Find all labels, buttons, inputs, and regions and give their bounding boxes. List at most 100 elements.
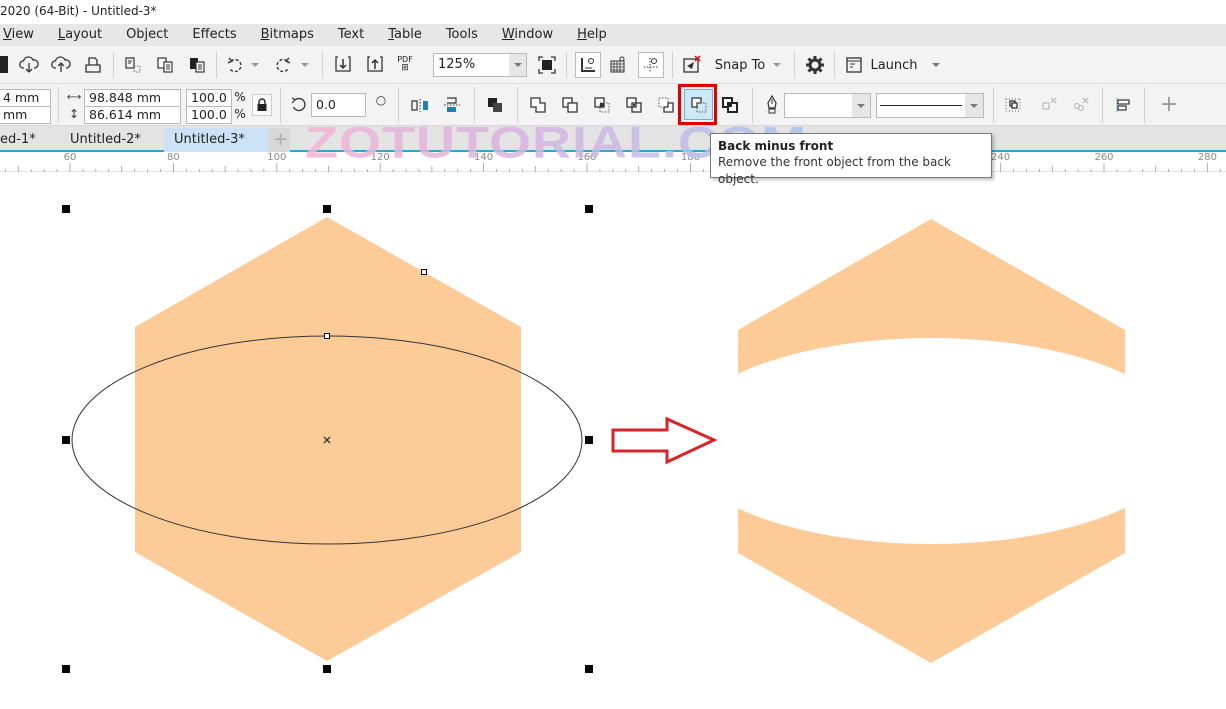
add-icon[interactable]: + [1158,92,1180,117]
snap-to-dropdown[interactable] [772,61,782,69]
mirror-horizontal-icon[interactable] [408,93,432,117]
tooltip: Back minus front Remove the front object… [710,133,992,186]
ruler-label: 80 [167,152,180,163]
result-shape[interactable] [738,219,1125,663]
node-handle[interactable] [324,333,330,339]
simplify-icon[interactable] [622,93,646,117]
snap-off-icon[interactable] [680,53,704,77]
menu-table[interactable]: Table [376,24,434,46]
copy-icon[interactable] [154,54,176,76]
redo-dropdown[interactable] [300,61,310,69]
ruler-ticks [4,163,1221,172]
launch-dropdown[interactable] [930,61,942,69]
show-guidelines-icon[interactable] [638,52,664,78]
undo-icon[interactable] [224,54,246,76]
launch-icon[interactable] [843,54,865,76]
trim-icon[interactable] [558,93,582,117]
front-minus-back-icon[interactable] [654,93,678,117]
weld-icon[interactable] [526,93,550,117]
menu-text[interactable]: Text [326,24,376,46]
print-icon[interactable] [82,54,104,76]
rotate-icon [289,95,309,115]
object-height-input[interactable]: 86.614 mm [84,106,181,124]
node-handle[interactable] [421,269,427,275]
ruler-label: 140 [474,152,494,163]
combine-icon[interactable] [483,93,507,117]
menu-help[interactable]: Help [565,24,619,46]
import-icon[interactable] [332,53,354,75]
tab-untitled-2[interactable]: Untitled-2* [60,128,164,152]
new-tab-button[interactable]: + [268,128,290,152]
drawing-canvas[interactable] [0,173,1226,709]
import-cloud-icon[interactable] [18,54,40,76]
options-gear-icon[interactable] [803,53,827,77]
show-rulers-icon[interactable] [575,52,601,78]
wrap-text-icon[interactable] [1001,93,1025,117]
degree-icon: ○ [375,93,387,107]
ruler-label: 260 [1094,152,1114,163]
zoom-level-input[interactable]: 125% [433,53,511,77]
scale-y-input[interactable]: 100.0 [186,106,232,124]
snap-to-menu[interactable]: Snap To [712,54,768,76]
zoom-level-dropdown[interactable] [509,53,527,77]
title-bar: 2020 (64-Bit) - Untitled-3* [0,0,1226,24]
menu-object[interactable]: Object [114,24,180,46]
ruler-label: 100 [267,152,287,163]
align-distribute-icon[interactable] [1111,93,1135,117]
lock-ratio-icon[interactable] [252,94,272,116]
tooltip-title: Back minus front [718,139,834,153]
ruler-label: 160 [577,152,597,163]
ruler-label: 60 [63,152,77,163]
ruler-label: 280 [1197,152,1217,163]
save-icon[interactable] [0,56,8,73]
undo-dropdown[interactable] [250,61,260,69]
outline-width-dropdown[interactable] [852,93,871,118]
full-screen-icon[interactable] [536,54,558,76]
mirror-vertical-icon[interactable] [440,93,464,117]
create-boundary-icon[interactable] [718,93,742,117]
highlight-box [678,84,717,125]
property-bar: 4 mm mm ⟷ ↕ 98.848 mm 86.614 mm 100.0 10… [0,84,1226,126]
export-icon[interactable] [364,53,386,75]
right-arrow-icon [611,416,718,465]
ruler-label: 180 [680,152,700,163]
window-title: 2020 (64-Bit) - Untitled-3* [0,4,157,18]
redo-icon[interactable] [272,54,294,76]
width-icon: ⟷ [66,91,82,103]
menu-window[interactable]: Window [490,24,565,46]
ruler-label: 120 [370,152,390,163]
position-x-input[interactable]: 4 mm [0,89,51,107]
outline-width-input[interactable] [784,93,854,118]
height-icon: ↕ [68,107,80,121]
position-y-input[interactable]: mm [0,106,51,124]
tab-untitled-3[interactable]: Untitled-3* [164,128,268,152]
object-width-input[interactable]: 98.848 mm [84,89,181,107]
document-tabs: ed-1* Untitled-2* Untitled-3* + [0,126,1226,152]
menu-effects[interactable]: Effects [180,24,248,46]
publish-pdf-icon[interactable]: PDF ⊞ [394,52,416,76]
intersect-icon[interactable] [590,93,614,117]
paste-icon[interactable] [186,54,208,76]
standard-toolbar: PDF ⊞ 125% Snap To Launch [0,46,1226,84]
export-cloud-icon[interactable] [50,54,72,76]
menu-layout[interactable]: Layout [46,24,114,46]
percent-label-x: % [234,90,246,104]
show-grid-icon[interactable] [606,53,630,77]
to-front-disabled-icon[interactable] [1036,93,1060,117]
line-style-select[interactable] [876,93,966,118]
rotation-angle-input[interactable]: 0.0 [311,93,366,117]
tooltip-description: Remove the front object from the back ob… [718,155,951,186]
cut-icon[interactable] [122,54,144,76]
launch-menu[interactable]: Launch [870,54,918,76]
menu-view[interactable]: View [0,24,46,46]
outline-pen-icon [762,93,782,117]
tab-untitled-1[interactable]: ed-1* [0,128,60,152]
menu-bar: View Layout Object Effects Bitmaps Text Table T… [0,24,1226,46]
menu-bitmaps[interactable]: Bitmaps [249,24,326,46]
line-style-dropdown[interactable] [965,93,984,118]
menu-tools[interactable]: Tools [434,24,490,46]
horizontal-ruler[interactable]: 6080100120140160180200220240260280 [0,152,1226,172]
scale-x-input[interactable]: 100.0 [186,89,232,107]
percent-label-y: % [234,107,246,121]
to-back-disabled-icon[interactable] [1068,93,1092,117]
